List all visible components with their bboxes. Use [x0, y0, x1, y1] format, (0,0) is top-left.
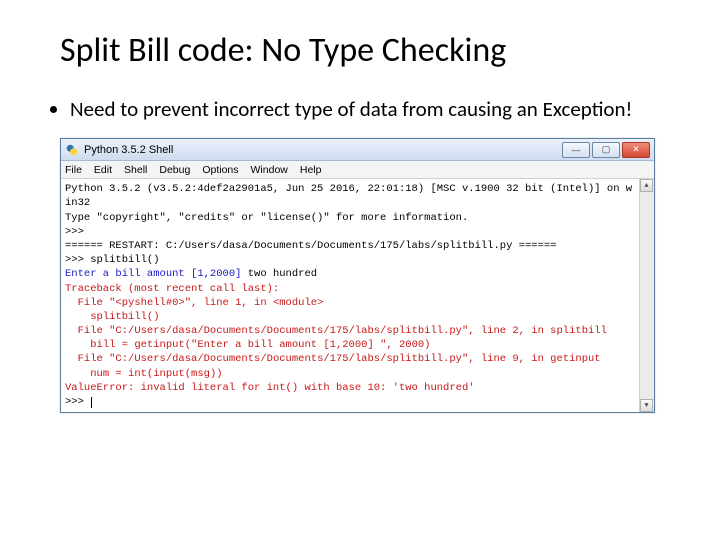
python-icon [65, 143, 79, 157]
traceback-line6: File "C:/Users/dasa/Documents/Documents/… [65, 353, 601, 365]
window-titlebar: Python 3.5.2 Shell — ▢ ✕ [61, 139, 654, 161]
vertical-scrollbar[interactable]: ▲ ▼ [639, 179, 654, 412]
bullet-list: Need to prevent incorrect type of data f… [40, 96, 680, 123]
slide: Split Bill code: No Type Checking Need t… [0, 0, 720, 540]
shell-prompt-end: >>> [65, 396, 90, 408]
menu-options[interactable]: Options [202, 164, 238, 176]
shell-prompt: >>> [65, 226, 84, 238]
menu-file[interactable]: File [65, 164, 82, 176]
scroll-up-icon[interactable]: ▲ [640, 179, 653, 192]
traceback-line3: splitbill() [65, 311, 160, 323]
minimize-button[interactable]: — [562, 142, 590, 158]
menu-window[interactable]: Window [251, 164, 288, 176]
shell-input-value: two hundred [241, 268, 317, 280]
traceback-line2: File "<pyshell#0>", line 1, in <module> [65, 297, 323, 309]
cursor-icon [91, 397, 92, 408]
traceback-line7: num = int(input(msg)) [65, 368, 223, 380]
menu-shell[interactable]: Shell [124, 164, 147, 176]
window-buttons: — ▢ ✕ [560, 142, 650, 158]
traceback-line1: Traceback (most recent call last): [65, 283, 279, 295]
error-line: ValueError: invalid literal for int() wi… [65, 382, 475, 394]
traceback-line5: bill = getinput("Enter a bill amount [1,… [65, 339, 430, 351]
shell-body: Python 3.5.2 (v3.5.2:4def2a2901a5, Jun 2… [61, 179, 654, 412]
menu-edit[interactable]: Edit [94, 164, 112, 176]
scroll-down-icon[interactable]: ▼ [640, 399, 653, 412]
shell-input-prompt: Enter a bill amount [1,2000] [65, 268, 241, 280]
shell-call-line: >>> splitbill() [65, 254, 160, 266]
shell-restart-line: ====== RESTART: C:/Users/dasa/Documents/… [65, 240, 556, 252]
shell-banner-line1: Python 3.5.2 (v3.5.2:4def2a2901a5, Jun 2… [65, 183, 632, 209]
menu-bar: File Edit Shell Debug Options Window Hel… [61, 161, 654, 179]
bullet-item: Need to prevent incorrect type of data f… [70, 96, 680, 123]
menu-help[interactable]: Help [300, 164, 322, 176]
slide-title: Split Bill code: No Type Checking [60, 30, 680, 71]
maximize-button[interactable]: ▢ [592, 142, 620, 158]
shell-banner-line2: Type "copyright", "credits" or "license(… [65, 212, 468, 224]
python-shell-window: Python 3.5.2 Shell — ▢ ✕ File Edit Shell… [60, 138, 655, 413]
menu-debug[interactable]: Debug [159, 164, 190, 176]
shell-content[interactable]: Python 3.5.2 (v3.5.2:4def2a2901a5, Jun 2… [61, 179, 639, 412]
window-title: Python 3.5.2 Shell [84, 144, 560, 156]
close-button[interactable]: ✕ [622, 142, 650, 158]
traceback-line4: File "C:/Users/dasa/Documents/Documents/… [65, 325, 607, 337]
